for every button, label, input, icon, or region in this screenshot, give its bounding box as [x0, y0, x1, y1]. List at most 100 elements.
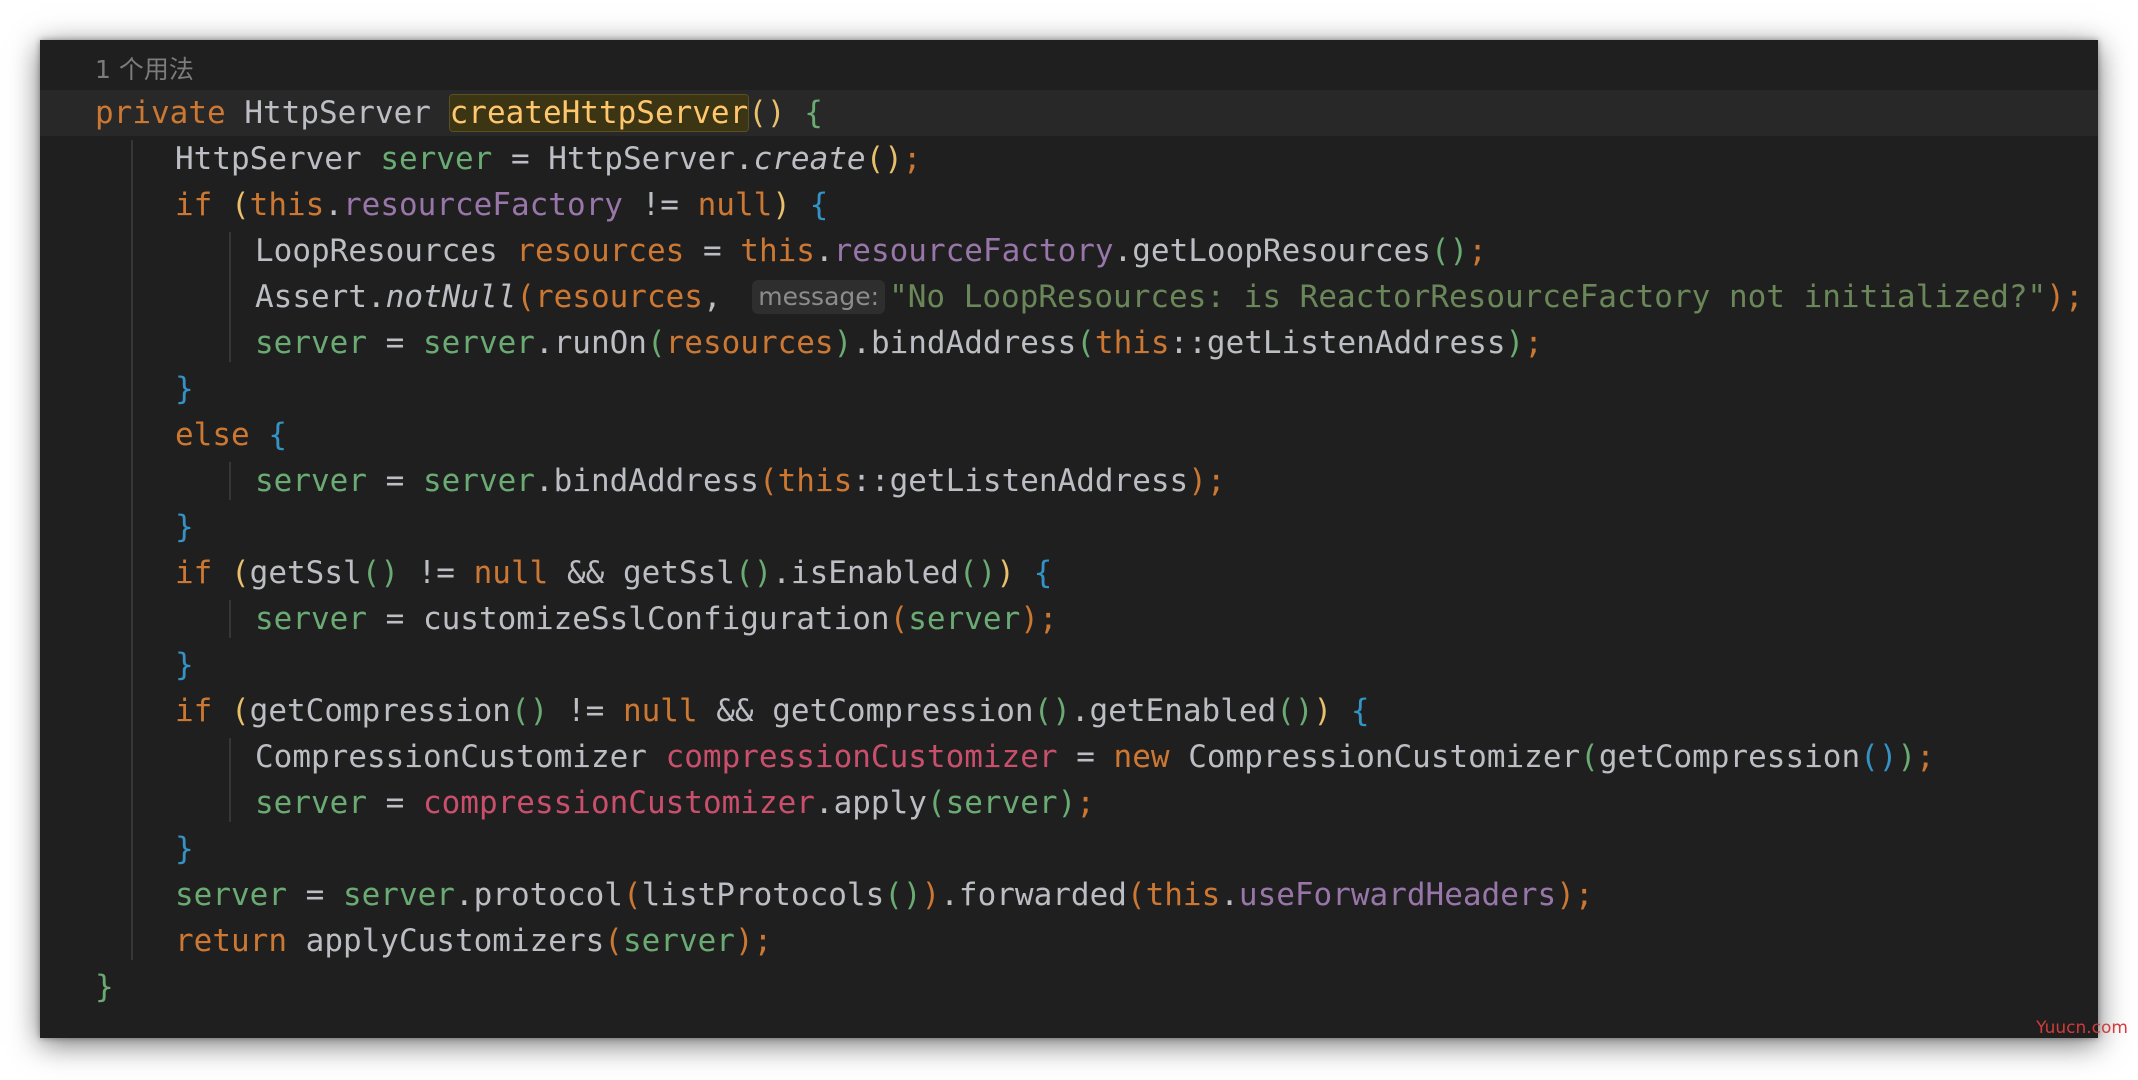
code-token: server: [380, 141, 493, 177]
code-line[interactable]: if (this.resourceFactory != null) {: [40, 182, 2098, 228]
indent-guide: [229, 600, 231, 638]
code-token: (): [361, 555, 399, 591]
code-token: getCompression: [1598, 739, 1861, 775]
code-token: resourceFactory: [343, 187, 623, 223]
code-token: null: [622, 693, 698, 729]
code-token: ;: [1468, 233, 1487, 269]
indent-guide: [229, 232, 231, 362]
code-token: {: [268, 417, 287, 453]
code-token: server: [422, 463, 535, 499]
code-line[interactable]: return applyCustomizers(server);: [40, 918, 2098, 964]
code-line[interactable]: server = server.protocol(listProtocols()…: [40, 872, 2098, 918]
code-line[interactable]: server = customizeSslConfiguration(serve…: [40, 596, 2098, 642]
code-token: return: [175, 923, 287, 959]
code-token: getSsl: [249, 555, 362, 591]
code-token: (: [231, 693, 250, 729]
code-token: ): [1188, 463, 1207, 499]
code-token: if: [175, 693, 213, 729]
code-token: else: [175, 417, 250, 453]
indent-guide: [229, 462, 231, 500]
code-token: new: [1113, 739, 1170, 775]
code-line[interactable]: server = server.runOn(resources).bindAdd…: [40, 320, 2098, 366]
code-token: {: [1033, 555, 1053, 591]
code-token: .: [1220, 877, 1239, 913]
code-line[interactable]: }: [40, 642, 2098, 688]
code-line[interactable]: Assert.notNull(resources, message: "No Lo…: [40, 274, 2098, 320]
code-token: this: [1145, 877, 1221, 913]
watermark: Yuucn.com: [2036, 1018, 2128, 1038]
code-token: server: [342, 877, 455, 913]
code-token: server: [255, 601, 367, 637]
code-line[interactable]: server = compressionCustomizer.apply(ser…: [40, 780, 2098, 826]
code-token: !=: [622, 187, 698, 223]
code-line[interactable]: LoopResources resources = this.resourceF…: [40, 228, 2098, 274]
code-token: &&: [697, 693, 773, 729]
code-token: !=: [398, 555, 474, 591]
code-token: .isEnabled: [772, 555, 959, 591]
code-token: applyCustomizers: [305, 923, 605, 959]
code-token: listProtocols: [641, 877, 885, 913]
code-token: resources: [665, 325, 834, 361]
code-token: ): [1313, 693, 1333, 729]
code-token: server: [622, 923, 735, 959]
code-line[interactable]: if (getCompression() != null && getCompr…: [40, 688, 2098, 734]
code-token: null: [697, 187, 773, 223]
code-line[interactable]: HttpServer server = HttpServer.create();: [40, 136, 2098, 182]
code-line[interactable]: server = server.bindAddress(this::getLis…: [40, 458, 2098, 504]
code-line[interactable]: else {: [40, 412, 2098, 458]
code-token: =: [366, 325, 423, 361]
code-token: null: [473, 555, 549, 591]
code-token: &&: [548, 555, 623, 591]
code-token: (: [516, 279, 535, 315]
code-token: ;: [1206, 463, 1226, 499]
code-token: (: [231, 187, 250, 223]
code-token: (): [1430, 233, 1469, 269]
code-token: ): [772, 187, 791, 223]
code-token: (: [1580, 739, 1599, 775]
code-token: useForwardHeaders: [1238, 877, 1557, 913]
code-token: getCompression: [249, 693, 511, 729]
code-token: !=: [548, 693, 623, 729]
code-token: (): [1033, 693, 1071, 729]
code-token: (: [889, 601, 909, 637]
code-token: ): [921, 877, 941, 913]
code-token: =: [286, 877, 343, 913]
code-line[interactable]: }: [40, 826, 2098, 872]
code-token: .protocol: [454, 877, 623, 913]
code-line[interactable]: }: [40, 366, 2098, 412]
code-token: compressionCustomizer: [665, 739, 1058, 775]
code-token: {: [1350, 693, 1370, 729]
code-token: .: [324, 187, 343, 223]
indent-guide: [131, 140, 133, 960]
code-token: createHttpServer: [449, 95, 749, 131]
code-line[interactable]: if (getSsl() != null && getSsl().isEnabl…: [40, 550, 2098, 596]
code-token: ;: [1076, 785, 1095, 821]
code-token: ;: [753, 923, 773, 959]
code-token: this: [1094, 325, 1170, 361]
code-line[interactable]: }: [40, 964, 2098, 1010]
code-area[interactable]: private HttpServer createHttpServer() {H…: [40, 40, 2098, 1038]
code-token: ;: [1524, 325, 1543, 361]
code-token: }: [175, 371, 194, 407]
code-token: (): [510, 693, 549, 729]
code-token: (): [884, 877, 922, 913]
code-token: resources: [534, 279, 703, 315]
code-token: ): [2046, 279, 2065, 315]
code-token: notNull: [385, 279, 517, 315]
code-token: ): [734, 923, 754, 959]
code-token: =: [366, 463, 423, 499]
code-line[interactable]: private HttpServer createHttpServer() {: [40, 90, 2098, 136]
code-token: ,: [702, 279, 741, 315]
code-token: server: [255, 785, 367, 821]
code-line[interactable]: CompressionCustomizer compressionCustomi…: [40, 734, 2098, 780]
code-token: "No LoopResources: is ReactorResourceFac…: [889, 279, 2047, 315]
code-token: .: [814, 233, 834, 269]
code-token: server: [908, 601, 1021, 637]
code-line[interactable]: }: [40, 504, 2098, 550]
code-token: ): [1556, 877, 1575, 913]
code-token: {: [804, 95, 823, 131]
